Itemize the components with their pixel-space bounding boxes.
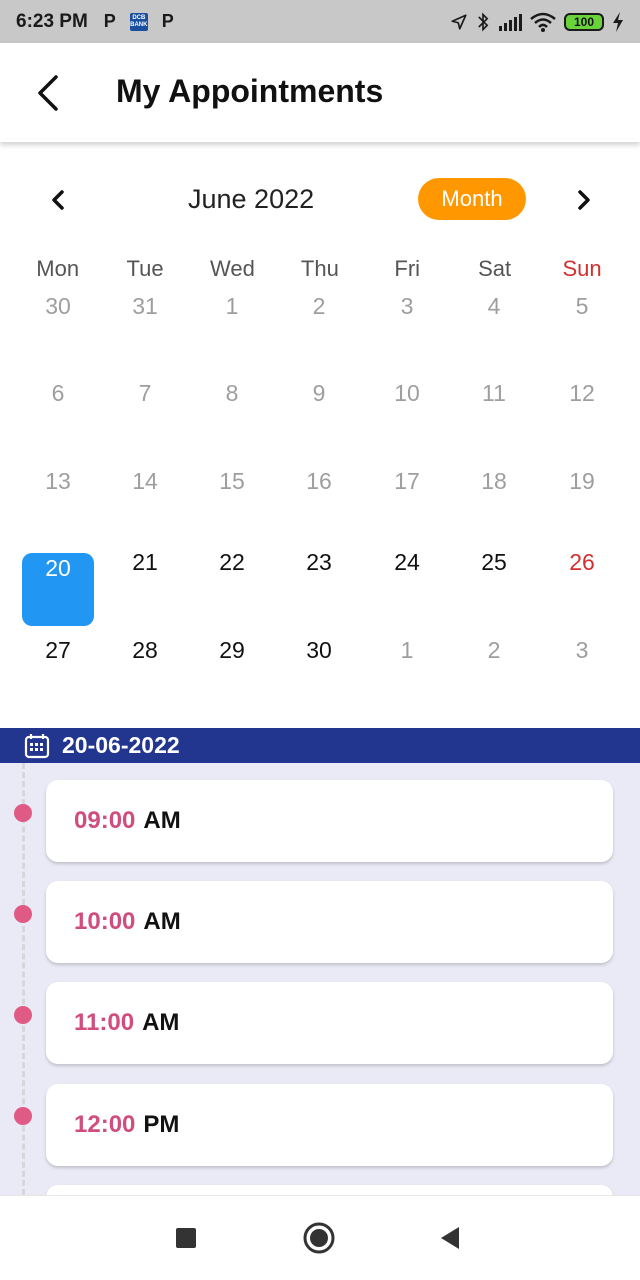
- status-time: 6:23 PM: [16, 10, 88, 32]
- calendar-day[interactable]: 29: [195, 637, 269, 673]
- next-month-button[interactable]: [566, 182, 602, 218]
- weekday-fri: Fri: [394, 256, 421, 281]
- timeline-dot: [14, 1107, 32, 1125]
- slot-period: AM: [142, 1009, 180, 1036]
- timeline-dot: [14, 804, 32, 822]
- weekday-sat: Sat: [478, 256, 512, 281]
- calendar-day[interactable]: 3: [545, 637, 619, 673]
- weekday-wed: Wed: [210, 256, 255, 281]
- time-slot-card[interactable]: 10:00 AM: [46, 881, 613, 963]
- bluetooth-icon: [478, 11, 489, 32]
- app-bar: My Appointments: [0, 43, 640, 142]
- calendar-day[interactable]: 27: [21, 637, 95, 673]
- slot-time: 09:00: [74, 807, 136, 834]
- recent-apps-button[interactable]: [168, 1220, 204, 1256]
- weekday-mon: Mon: [36, 256, 80, 281]
- calendar-header: June 2022 Month: [0, 170, 640, 230]
- wifi-icon: [530, 12, 556, 32]
- calendar-day[interactable]: 22: [195, 549, 269, 585]
- back-icon: [441, 1227, 459, 1249]
- slot-time: 11:00: [74, 1009, 135, 1036]
- slot-period: AM: [143, 908, 181, 935]
- selected-date-banner: 20-06-2022: [0, 728, 640, 763]
- calendar-day[interactable]: 16: [282, 468, 356, 504]
- chevron-right-icon: [578, 190, 590, 210]
- selected-date-label: 20-06-2022: [62, 732, 180, 758]
- back-button[interactable]: [30, 73, 70, 113]
- slot-time: 12:00: [74, 1111, 136, 1138]
- slot-period: AM: [143, 807, 181, 834]
- time-slot-card[interactable]: 09:00 AM: [46, 780, 613, 862]
- calendar-day[interactable]: 11: [457, 380, 531, 416]
- calendar-day[interactable]: 13: [21, 468, 95, 504]
- battery-icon: 100: [564, 12, 604, 31]
- dcb-icon-text: DCB: [132, 14, 146, 21]
- calendar-day[interactable]: 24: [370, 549, 444, 585]
- calendar-day[interactable]: 30: [21, 293, 95, 329]
- calendar-day[interactable]: 14: [108, 468, 182, 504]
- calendar-day[interactable]: 7: [108, 380, 182, 416]
- calendar-day[interactable]: 2: [457, 637, 531, 673]
- calendar-day[interactable]: 8: [195, 380, 269, 416]
- dcb-icon-subtext: BANK: [130, 21, 148, 28]
- recent-apps-icon: [176, 1228, 196, 1248]
- home-button[interactable]: [301, 1220, 337, 1256]
- parking-app-icon: P: [103, 11, 116, 31]
- calendar-day-selected[interactable]: 20: [21, 555, 95, 591]
- signal-icon: [499, 13, 522, 31]
- status-right: 100: [450, 11, 624, 32]
- chevron-left-icon: [38, 75, 58, 111]
- calendar-day[interactable]: 1: [195, 293, 269, 329]
- calendar-day[interactable]: 21: [108, 549, 182, 585]
- parking-app-icon-2: P: [161, 11, 174, 31]
- timeline-dot: [14, 1006, 32, 1024]
- calendar-day[interactable]: 5: [545, 293, 619, 329]
- page-title: My Appointments: [116, 73, 384, 109]
- calendar-day[interactable]: 25: [457, 549, 531, 585]
- month-view-button[interactable]: Month: [418, 178, 526, 220]
- calendar-day[interactable]: 18: [457, 468, 531, 504]
- calendar-day[interactable]: 31: [108, 293, 182, 329]
- calendar-day[interactable]: 23: [282, 549, 356, 585]
- previous-month-button[interactable]: [40, 182, 76, 218]
- calendar-day[interactable]: 15: [195, 468, 269, 504]
- time-slot-card[interactable]: 12:00 PM: [46, 1084, 613, 1166]
- calendar-day[interactable]: 26: [545, 549, 619, 585]
- calendar-month-label: June 2022: [188, 184, 315, 214]
- location-arrow-icon: [451, 13, 467, 30]
- calendar-day[interactable]: 6: [21, 380, 95, 416]
- nav-back-button[interactable]: [432, 1220, 468, 1256]
- time-slots-list[interactable]: 09:00 AM 10:00 AM 11:00 AM 12:00 PM: [0, 763, 640, 1195]
- calendar-day[interactable]: 4: [457, 293, 531, 329]
- status-bar: 6:23 PM P DCB BANK P 100: [0, 0, 640, 43]
- calendar-day[interactable]: 17: [370, 468, 444, 504]
- calendar-day[interactable]: 12: [545, 380, 619, 416]
- weekday-sun: Sun: [562, 256, 602, 281]
- calendar-day[interactable]: 9: [282, 380, 356, 416]
- timeline-line: [22, 763, 25, 1195]
- calendar-day[interactable]: 2: [282, 293, 356, 329]
- calendar-day[interactable]: 3: [370, 293, 444, 329]
- timeline-dot: [14, 905, 32, 923]
- weekday-tue: Tue: [126, 256, 164, 281]
- home-icon: [303, 1222, 335, 1254]
- calendar-icon: [24, 733, 50, 758]
- charging-icon: [613, 11, 623, 32]
- calendar-day[interactable]: 10: [370, 380, 444, 416]
- chevron-left-icon: [52, 190, 64, 210]
- slot-time: 10:00: [74, 908, 136, 935]
- dcb-bank-icon: DCB BANK: [129, 12, 148, 31]
- calendar-day[interactable]: 1: [370, 637, 444, 673]
- time-slot-card[interactable]: 11:00 AM: [46, 982, 613, 1064]
- calendar-day[interactable]: 28: [108, 637, 182, 673]
- weekday-thu: Thu: [300, 256, 339, 281]
- weekday-header: Mon Tue Wed Thu Fri Sat Sun: [14, 256, 626, 282]
- time-slot-card-partial[interactable]: [46, 1185, 613, 1195]
- system-nav-bar: [0, 1195, 640, 1280]
- calendar-day[interactable]: 19: [545, 468, 619, 504]
- slot-period: PM: [143, 1111, 180, 1138]
- calendar-day[interactable]: 30: [282, 637, 356, 673]
